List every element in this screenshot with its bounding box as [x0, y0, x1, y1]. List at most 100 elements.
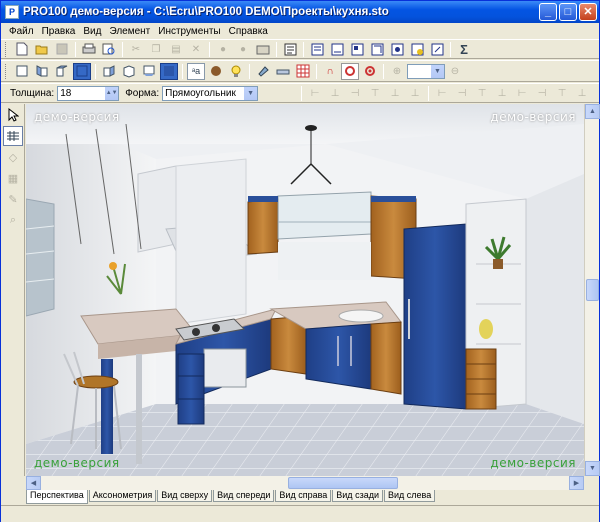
edit-tool-icon[interactable]: ✎: [3, 189, 23, 209]
horizontal-scrollbar[interactable]: ◀ ▶: [26, 476, 584, 490]
menu-bar: Файл Правка Вид Элемент Инструменты Спра…: [1, 23, 599, 39]
print-preview-icon[interactable]: [100, 41, 118, 58]
delete-icon[interactable]: ✕: [187, 41, 205, 58]
view-front-icon[interactable]: [13, 63, 31, 80]
tab-front-view[interactable]: Вид спереди: [213, 490, 275, 502]
tab-back-view[interactable]: Вид сзади: [332, 490, 383, 502]
cutting-list-icon[interactable]: [348, 41, 366, 58]
watermark-bottom-left: демо-версия: [34, 456, 120, 470]
menu-view[interactable]: Вид: [79, 26, 105, 37]
spinner-icon[interactable]: ▲▼: [105, 86, 119, 100]
view-iso-icon[interactable]: [120, 63, 138, 80]
rotate-icon[interactable]: [341, 62, 359, 80]
wall-tool-icon[interactable]: ▦: [3, 168, 23, 188]
menu-edit[interactable]: Правка: [38, 26, 80, 37]
pointer-icon[interactable]: [3, 105, 23, 125]
export-icon[interactable]: [428, 41, 446, 58]
view-bottom-icon[interactable]: [140, 63, 158, 80]
toolbar-grip[interactable]: [5, 41, 8, 57]
report-icon[interactable]: [328, 41, 346, 58]
close-button[interactable]: ✕: [579, 3, 597, 21]
align-top-icon[interactable]: ⊤: [366, 85, 384, 102]
undo-icon[interactable]: ●: [214, 41, 232, 58]
measure-tool-icon[interactable]: ⌕: [3, 210, 23, 230]
maximize-button[interactable]: □: [559, 3, 577, 21]
same-height-icon[interactable]: ⊥: [493, 85, 511, 102]
scroll-up-icon[interactable]: ▲: [585, 104, 600, 119]
stretch-icon[interactable]: ⊤: [553, 85, 571, 102]
align-left-icon[interactable]: ⊢: [306, 85, 324, 102]
vertical-scrollbar[interactable]: ▲ ▼: [584, 104, 600, 476]
fit-icon[interactable]: ⊣: [533, 85, 551, 102]
vertical-scroll-thumb[interactable]: [586, 279, 599, 301]
horizontal-scroll-thumb[interactable]: [288, 477, 398, 489]
thickness-input[interactable]: 18 ▲▼: [57, 85, 120, 101]
mirror-icon[interactable]: ⊥: [573, 85, 591, 102]
align-middle-icon[interactable]: ⊥: [386, 85, 404, 102]
shape-select[interactable]: Прямоугольник ▼: [162, 85, 259, 101]
zoom-select[interactable]: ▼: [407, 63, 445, 79]
magnet-icon[interactable]: ∩: [321, 63, 339, 80]
properties-icon[interactable]: [281, 41, 299, 58]
grid-icon[interactable]: [294, 63, 312, 80]
paint-icon[interactable]: [254, 63, 272, 80]
sum-icon[interactable]: Σ: [455, 41, 473, 58]
toolbar-separator: [249, 63, 250, 79]
view-back-icon[interactable]: [73, 62, 91, 80]
open-folder-icon[interactable]: [33, 41, 51, 58]
list-icon[interactable]: [308, 41, 326, 58]
library-icon[interactable]: [254, 41, 272, 58]
toolbar-separator: [383, 63, 384, 79]
menu-file[interactable]: Файл: [5, 26, 38, 37]
light-bulb-icon[interactable]: [227, 63, 245, 80]
tab-right-view[interactable]: Вид справа: [275, 490, 332, 502]
materials-icon[interactable]: [388, 41, 406, 58]
drawing-tool-icon[interactable]: ◇: [3, 147, 23, 167]
status-bar: [1, 505, 599, 522]
view-top-icon[interactable]: [53, 63, 71, 80]
view-right-icon[interactable]: [100, 63, 118, 80]
scroll-down-icon[interactable]: ▼: [585, 461, 600, 476]
zoom-out-icon[interactable]: ⊖: [446, 63, 464, 80]
zoom-in-icon[interactable]: ⊕: [388, 63, 406, 80]
tab-axonometry[interactable]: Аксонометрия: [88, 490, 157, 502]
bed-icon[interactable]: [274, 63, 292, 80]
texture-icon[interactable]: [207, 63, 225, 80]
3d-viewport[interactable]: демо-версия демо-версия демо-версия демо…: [26, 104, 584, 476]
tab-left-view[interactable]: Вид слева: [383, 490, 436, 502]
copy-icon[interactable]: ❐: [147, 41, 165, 58]
scroll-left-icon[interactable]: ◀: [26, 476, 41, 490]
title-bar[interactable]: P PRO100 демо-версия - C:\Ecru\PRO100 DE…: [1, 1, 599, 23]
tab-top-view[interactable]: Вид сверху: [157, 490, 213, 502]
menu-tools[interactable]: Инструменты: [154, 26, 224, 37]
distribute-h-icon[interactable]: ⊢: [433, 85, 451, 102]
chevron-down-icon: ▼: [244, 86, 258, 100]
align-center-icon[interactable]: ⊥: [326, 85, 344, 102]
view-solid-icon[interactable]: [160, 62, 178, 80]
view-tabs: Перспектива Аксонометрия Вид сверху Вид …: [26, 490, 599, 504]
paste-icon[interactable]: ▤: [167, 41, 185, 58]
menu-element[interactable]: Элемент: [105, 26, 154, 37]
save-icon[interactable]: [53, 41, 71, 58]
minimize-button[interactable]: _: [539, 3, 557, 21]
same-depth-icon[interactable]: ⊢: [513, 85, 531, 102]
align-right-icon[interactable]: ⊣: [346, 85, 364, 102]
text-label-icon[interactable]: ᵃa: [187, 62, 205, 80]
thickness-label: Толщина:: [10, 87, 55, 99]
menu-help[interactable]: Справка: [225, 26, 272, 37]
new-file-icon[interactable]: [13, 41, 31, 58]
align-bottom-icon[interactable]: ⊥: [406, 85, 424, 102]
distribute-v-icon[interactable]: ⊣: [453, 85, 471, 102]
floor-tool-icon[interactable]: [3, 126, 23, 146]
same-width-icon[interactable]: ⊤: [473, 85, 491, 102]
toolbar-grip[interactable]: [5, 63, 8, 79]
redo-icon[interactable]: ●: [234, 41, 252, 58]
elements-list-icon[interactable]: [368, 41, 386, 58]
view-left-icon[interactable]: [33, 63, 51, 80]
target-icon[interactable]: [361, 63, 379, 80]
scroll-right-icon[interactable]: ▶: [569, 476, 584, 490]
print-icon[interactable]: [80, 41, 98, 58]
tab-perspective[interactable]: Перспектива: [26, 490, 88, 504]
cut-icon[interactable]: ✂: [127, 41, 145, 58]
price-icon[interactable]: [408, 41, 426, 58]
